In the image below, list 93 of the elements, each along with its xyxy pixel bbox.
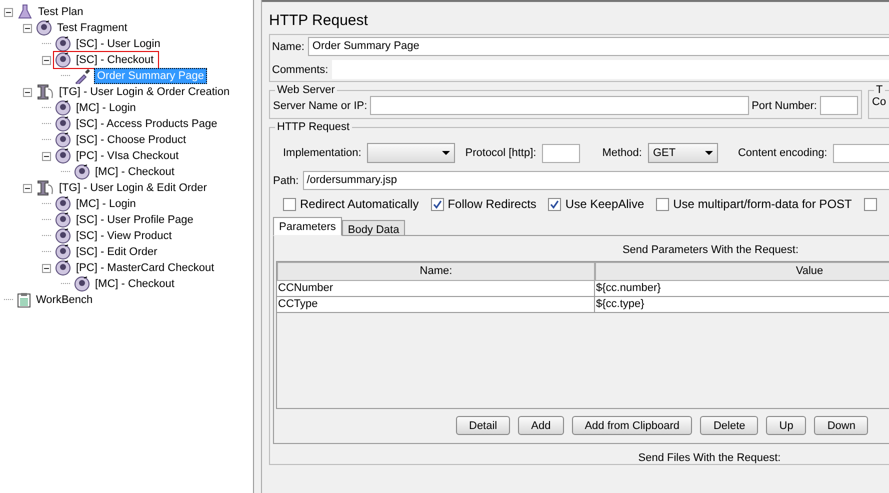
controller-icon <box>74 276 90 292</box>
table-cell: CCNumber <box>277 281 595 297</box>
checkbox[interactable] <box>430 198 444 210</box>
controller-icon <box>55 52 71 68</box>
checkbox-label: Follow Redirects <box>448 197 536 211</box>
path-field[interactable]: /ordersummary.jsp <box>302 171 889 190</box>
field-label: Protocol [http]: <box>465 147 536 159</box>
tree-item[interactable]: [SC] - Checkout <box>73 52 157 68</box>
tree-item[interactable]: [MC] - Checkout <box>92 276 178 292</box>
field-label: Server Name or IP: <box>273 100 368 112</box>
group-title: HTTP Request <box>277 121 350 133</box>
field-label: Content encoding: <box>738 147 828 159</box>
controller-icon <box>36 20 52 36</box>
table-button[interactable]: Add from Clipboard <box>572 416 692 435</box>
field-label: Port Number: <box>752 100 817 112</box>
group-title: T <box>876 84 883 96</box>
controller-icon <box>55 132 71 148</box>
collapse-icon[interactable] <box>23 184 32 192</box>
port-field[interactable] <box>820 96 858 115</box>
controller-icon <box>55 228 71 244</box>
field-label: Implementation: <box>283 147 362 159</box>
group-title: Web Server <box>277 84 335 96</box>
controller-icon <box>55 100 71 116</box>
tree-item[interactable]: [PC] - MasterCard Checkout <box>73 260 218 276</box>
tree-item[interactable]: Test Plan <box>35 4 86 20</box>
spool-icon <box>36 180 54 196</box>
controller-icon <box>55 36 71 52</box>
field-label: Comments: <box>272 64 328 76</box>
tree-item[interactable]: Test Fragment <box>54 20 130 36</box>
checkbox[interactable] <box>548 198 562 210</box>
controller-icon <box>55 260 71 276</box>
spool-icon <box>36 84 54 100</box>
tree-item[interactable]: [TG] - User Login & Edit Order <box>56 180 210 196</box>
tree-item[interactable]: WorkBench <box>33 292 96 308</box>
flask-icon <box>17 4 33 20</box>
checkbox-label: Use multipart/form-data for POST <box>673 197 852 211</box>
checkbox[interactable] <box>283 198 296 210</box>
tree-item[interactable]: [MC] - Checkout <box>92 164 178 180</box>
table-button[interactable]: Detail <box>456 416 510 435</box>
name-field[interactable]: Order Summary Page <box>308 37 889 56</box>
table-button[interactable]: Delete <box>700 416 758 435</box>
table-cell: ${cc.number} <box>595 281 889 297</box>
tree-item[interactable]: [PC] - VIsa Checkout <box>73 148 182 164</box>
clipboard-icon <box>17 292 31 308</box>
column-header: Value <box>595 262 889 281</box>
collapse-icon[interactable] <box>42 264 51 272</box>
table-button[interactable]: Up <box>766 416 806 435</box>
tab[interactable]: Parameters <box>273 217 342 236</box>
field-label: Method: <box>602 147 642 159</box>
controller-icon <box>55 196 71 212</box>
collapse-icon[interactable] <box>42 56 51 64</box>
tree-item[interactable]: [SC] - Access Products Page <box>73 116 220 132</box>
tree-item[interactable]: [SC] - Edit Order <box>73 244 160 260</box>
table-button[interactable]: Add <box>518 416 564 435</box>
field-label: Co <box>872 96 886 108</box>
checkbox[interactable] <box>864 198 877 210</box>
checkbox-label: Use KeepAlive <box>565 197 644 211</box>
tree-item[interactable]: [SC] - Choose Product <box>73 132 190 148</box>
tree-item[interactable]: [TG] - User Login & Order Creation <box>56 84 233 100</box>
pipette-icon <box>74 68 92 84</box>
encoding-field[interactable] <box>833 144 889 162</box>
checkbox[interactable] <box>656 198 670 210</box>
tree-item[interactable]: [SC] - User Login <box>73 36 164 52</box>
table-cell: ${cc.type} <box>595 297 889 313</box>
panel-title: HTTP Request <box>269 12 369 31</box>
checkbox-label: Redirect Automatically <box>300 197 419 211</box>
tree-item[interactable]: [MC] - Login <box>73 196 139 212</box>
field-label: Path: <box>273 174 299 186</box>
table-cell: CCType <box>277 297 595 313</box>
table-button[interactable]: Down <box>814 416 868 435</box>
section-title: Send Parameters With the Request: <box>621 244 800 256</box>
tree-item[interactable]: [MC] - Login <box>73 100 139 116</box>
section-title: Send Files With the Request: <box>637 452 782 464</box>
caret-icon <box>704 151 713 155</box>
controller-icon <box>55 148 71 164</box>
tab[interactable]: Body Data <box>342 220 406 236</box>
collapse-icon[interactable] <box>4 8 13 16</box>
tree-item[interactable]: [SC] - User Profile Page <box>73 212 196 228</box>
collapse-icon[interactable] <box>23 88 32 96</box>
method-dropdown[interactable]: GET <box>648 143 718 163</box>
controller-icon <box>74 164 90 180</box>
implementation-dropdown[interactable] <box>367 143 456 163</box>
protocol-field[interactable] <box>542 144 580 162</box>
tree-item[interactable]: [SC] - View Product <box>73 228 175 244</box>
column-header: Name: <box>277 262 595 281</box>
server-field[interactable] <box>370 96 749 115</box>
controller-icon <box>55 212 71 228</box>
collapse-icon[interactable] <box>42 152 51 160</box>
controller-icon <box>55 116 71 132</box>
collapse-icon[interactable] <box>23 24 32 32</box>
controller-icon <box>55 244 71 260</box>
field-label: Name: <box>272 40 304 52</box>
caret-icon <box>442 151 450 155</box>
